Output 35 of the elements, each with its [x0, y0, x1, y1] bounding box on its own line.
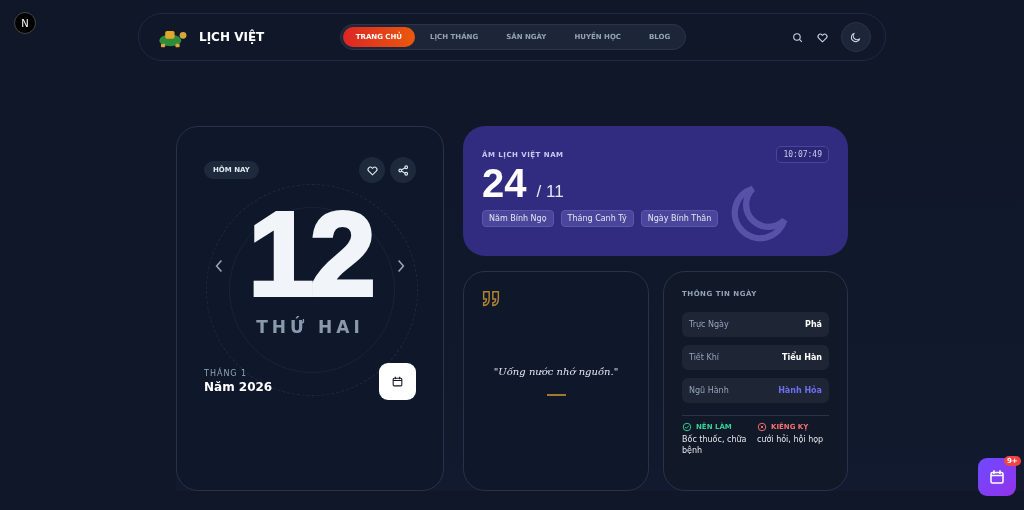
tag: Năm Bính Ngọ — [482, 210, 554, 227]
info-label: Trực Ngày — [689, 320, 729, 329]
search-icon[interactable] — [791, 30, 804, 44]
calendar-button[interactable] — [379, 363, 416, 400]
tag: Ngày Bính Thân — [640, 210, 719, 227]
weekday: THỨ HAI — [256, 317, 364, 337]
brand-name: LỊCH VIỆT — [199, 30, 265, 44]
lunar-day: 24 — [482, 161, 527, 206]
heart-icon — [365, 163, 379, 177]
theme-toggle-button[interactable] — [841, 22, 871, 52]
calendar-icon — [391, 375, 404, 388]
info-value: Hành Hỏa — [778, 386, 822, 395]
info-label: Tiết Khí — [689, 353, 719, 362]
calendar-icon — [988, 468, 1006, 486]
recommended-text: Bốc thuốc, chữa bệnh — [682, 434, 748, 456]
share-button[interactable] — [390, 157, 416, 183]
month-label: THÁNG 1 — [204, 369, 249, 378]
day-number: 12 — [248, 195, 372, 313]
tag: Tháng Canh Tý — [560, 210, 634, 227]
moon-icon — [849, 30, 863, 44]
avoid-text: cưới hỏi, hội họp — [757, 434, 825, 445]
info-value: Tiểu Hàn — [782, 353, 822, 362]
x-circle-icon — [757, 422, 767, 432]
share-icon — [396, 163, 410, 177]
year-label: Năm 2026 — [204, 380, 273, 394]
calendar-fab-button[interactable] — [978, 458, 1016, 496]
check-circle-icon — [682, 422, 692, 432]
quote-text: "Uống nước nhớ nguồn." — [493, 366, 619, 377]
heart-icon[interactable] — [816, 30, 829, 44]
dev-indicator-button[interactable]: N — [14, 12, 36, 34]
info-label: Ngũ Hành — [689, 386, 729, 395]
clock: 10:07:49 — [776, 146, 829, 163]
lunar-month: / 11 — [536, 182, 564, 202]
favorite-button[interactable] — [359, 157, 385, 183]
info-value: Phá — [805, 320, 822, 329]
